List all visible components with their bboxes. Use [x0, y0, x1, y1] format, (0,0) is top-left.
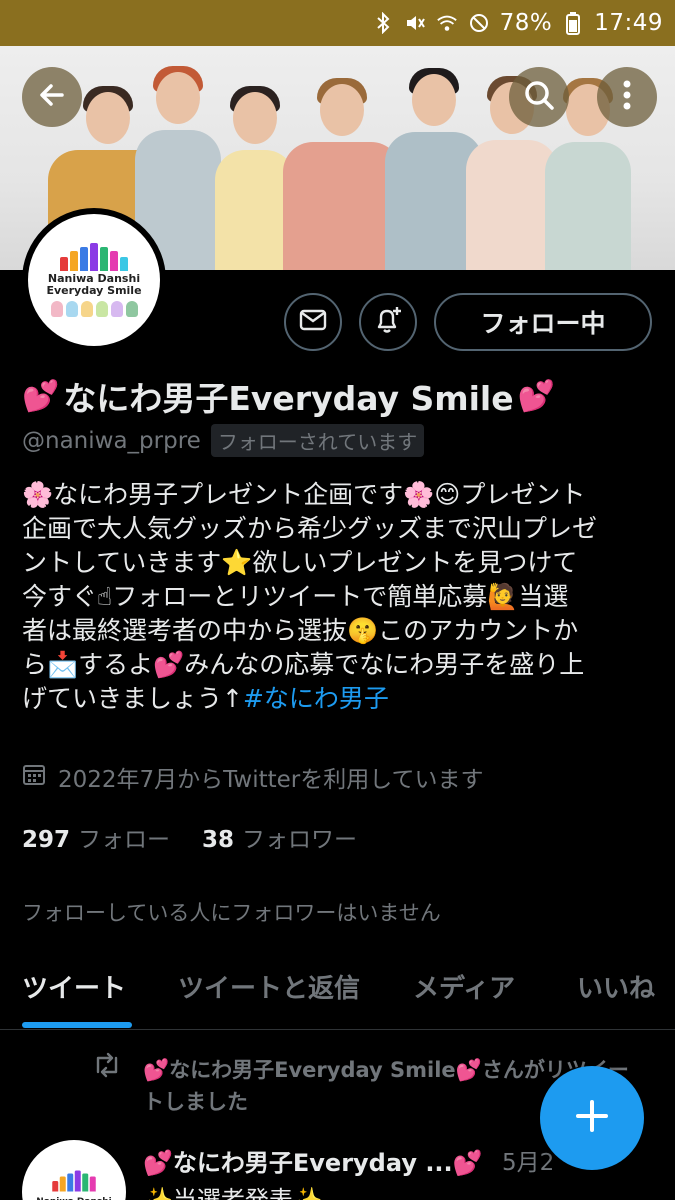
- joined-text: 2022年7月からTwitterを利用しています: [58, 767, 484, 793]
- bio-line: 今すぐ☝フォローとリツイートで簡単応募🙋当選: [22, 582, 569, 611]
- banner-person: [545, 78, 631, 270]
- tab-tweets-and-replies[interactable]: ツイートと返信: [178, 968, 360, 1005]
- logo-line-2: Everyday Smile: [46, 284, 142, 297]
- joined-date: 2022年7月からTwitterを利用しています: [22, 760, 484, 794]
- active-tab-indicator: [22, 1022, 132, 1028]
- bio-line: げていきましょう↑#なにわ男子: [22, 682, 652, 716]
- mute-icon: [404, 12, 426, 34]
- handle-row: @naniwa_prpre フォローされています: [22, 424, 425, 457]
- profile-bio: 🌸なにわ男子プレゼント企画です🌸😊プレゼント 企画で大人気グッズから希少グッズま…: [22, 478, 652, 716]
- follows-you-badge: フォローされています: [210, 424, 425, 457]
- profile-tabs: ツイート ツイートと返信 メディア いいね: [0, 940, 675, 1030]
- display-name-text: なにわ男子Everyday Smile: [63, 379, 514, 418]
- follow-stats: 297 フォロー 38 フォロワー: [22, 820, 357, 854]
- notifications-button[interactable]: [359, 293, 417, 351]
- wifi-icon: [436, 12, 458, 34]
- bio-line: ら📩するよ💕みんなの応募でなにわ男子を盛り上: [22, 650, 585, 679]
- following-label: フォロー: [78, 827, 171, 853]
- heart-emoji-icon: 💕: [22, 378, 60, 414]
- bio-line: 者は最終選考者の中から選抜🤫このアカウントか: [22, 616, 579, 645]
- avatar-logo: Naniwa Danshi Everyday Smile: [28, 214, 160, 346]
- followers-label: フォロワー: [242, 827, 358, 853]
- compose-tweet-button[interactable]: [540, 1066, 644, 1170]
- search-icon: [522, 78, 556, 116]
- arrow-left-icon: [36, 79, 68, 115]
- envelope-icon: [299, 309, 327, 335]
- battery-icon: [562, 12, 584, 35]
- banner-person: [283, 78, 401, 270]
- clock: 17:49: [594, 10, 663, 36]
- heart-emoji-icon: 💕: [517, 378, 555, 414]
- back-button[interactable]: [22, 67, 82, 127]
- plus-icon: [574, 1098, 610, 1138]
- following-button[interactable]: フォロー中: [434, 293, 652, 351]
- bell-plus-icon: [372, 304, 404, 340]
- tweet-author[interactable]: 💕なにわ男子Everyday ...💕: [143, 1143, 483, 1178]
- tab-media[interactable]: メディア: [413, 968, 515, 1005]
- followers-count: 38: [202, 827, 235, 853]
- user-handle: @naniwa_prpre: [22, 427, 201, 454]
- do-not-disturb-icon: [468, 12, 490, 34]
- logo-graphic: [60, 243, 128, 271]
- more-button[interactable]: [597, 67, 657, 127]
- display-name: 💕 なにわ男子Everyday Smile 💕: [22, 372, 555, 420]
- more-vertical-icon: [622, 79, 632, 115]
- retweet-indicator: [92, 1052, 122, 1083]
- retweet-icon: [92, 1052, 122, 1083]
- tab-tweets[interactable]: ツイート: [22, 968, 126, 1005]
- status-bar: 78% 17:49: [0, 0, 675, 46]
- message-button[interactable]: [284, 293, 342, 351]
- bio-line-text: げていきましょう↑: [22, 684, 243, 713]
- following-link[interactable]: 297 フォロー: [22, 820, 170, 854]
- following-count: 297: [22, 827, 71, 853]
- bio-line: 🌸なにわ男子プレゼント企画です🌸😊プレゼント: [22, 480, 586, 509]
- calendar-icon: [22, 762, 46, 792]
- tweet-date[interactable]: 5月2: [502, 1143, 554, 1177]
- bio-line: 企画で大人気グッズから希少グッズまで沢山プレゼ: [22, 514, 598, 543]
- tweet-text[interactable]: ✨当選者発表✨: [143, 1180, 323, 1200]
- bio-line: ントしていきます⭐欲しいプレゼントを見つけて: [22, 548, 578, 577]
- hashtag-link[interactable]: #なにわ男子: [243, 684, 389, 713]
- logo-characters: [50, 301, 138, 317]
- bluetooth-icon: [372, 12, 394, 34]
- followers-link[interactable]: 38 フォロワー: [202, 820, 357, 854]
- profile-avatar[interactable]: Naniwa Danshi Everyday Smile: [22, 208, 166, 352]
- search-button[interactable]: [509, 67, 569, 127]
- logo-graphic: [52, 1170, 96, 1192]
- known-followers-note: フォローしている人にフォロワーはいません: [22, 901, 441, 925]
- battery-percent: 78%: [499, 10, 553, 36]
- tweet-avatar[interactable]: Naniwa Danshi Everyday Smile: [22, 1140, 126, 1200]
- tab-likes[interactable]: いいね: [577, 968, 655, 1005]
